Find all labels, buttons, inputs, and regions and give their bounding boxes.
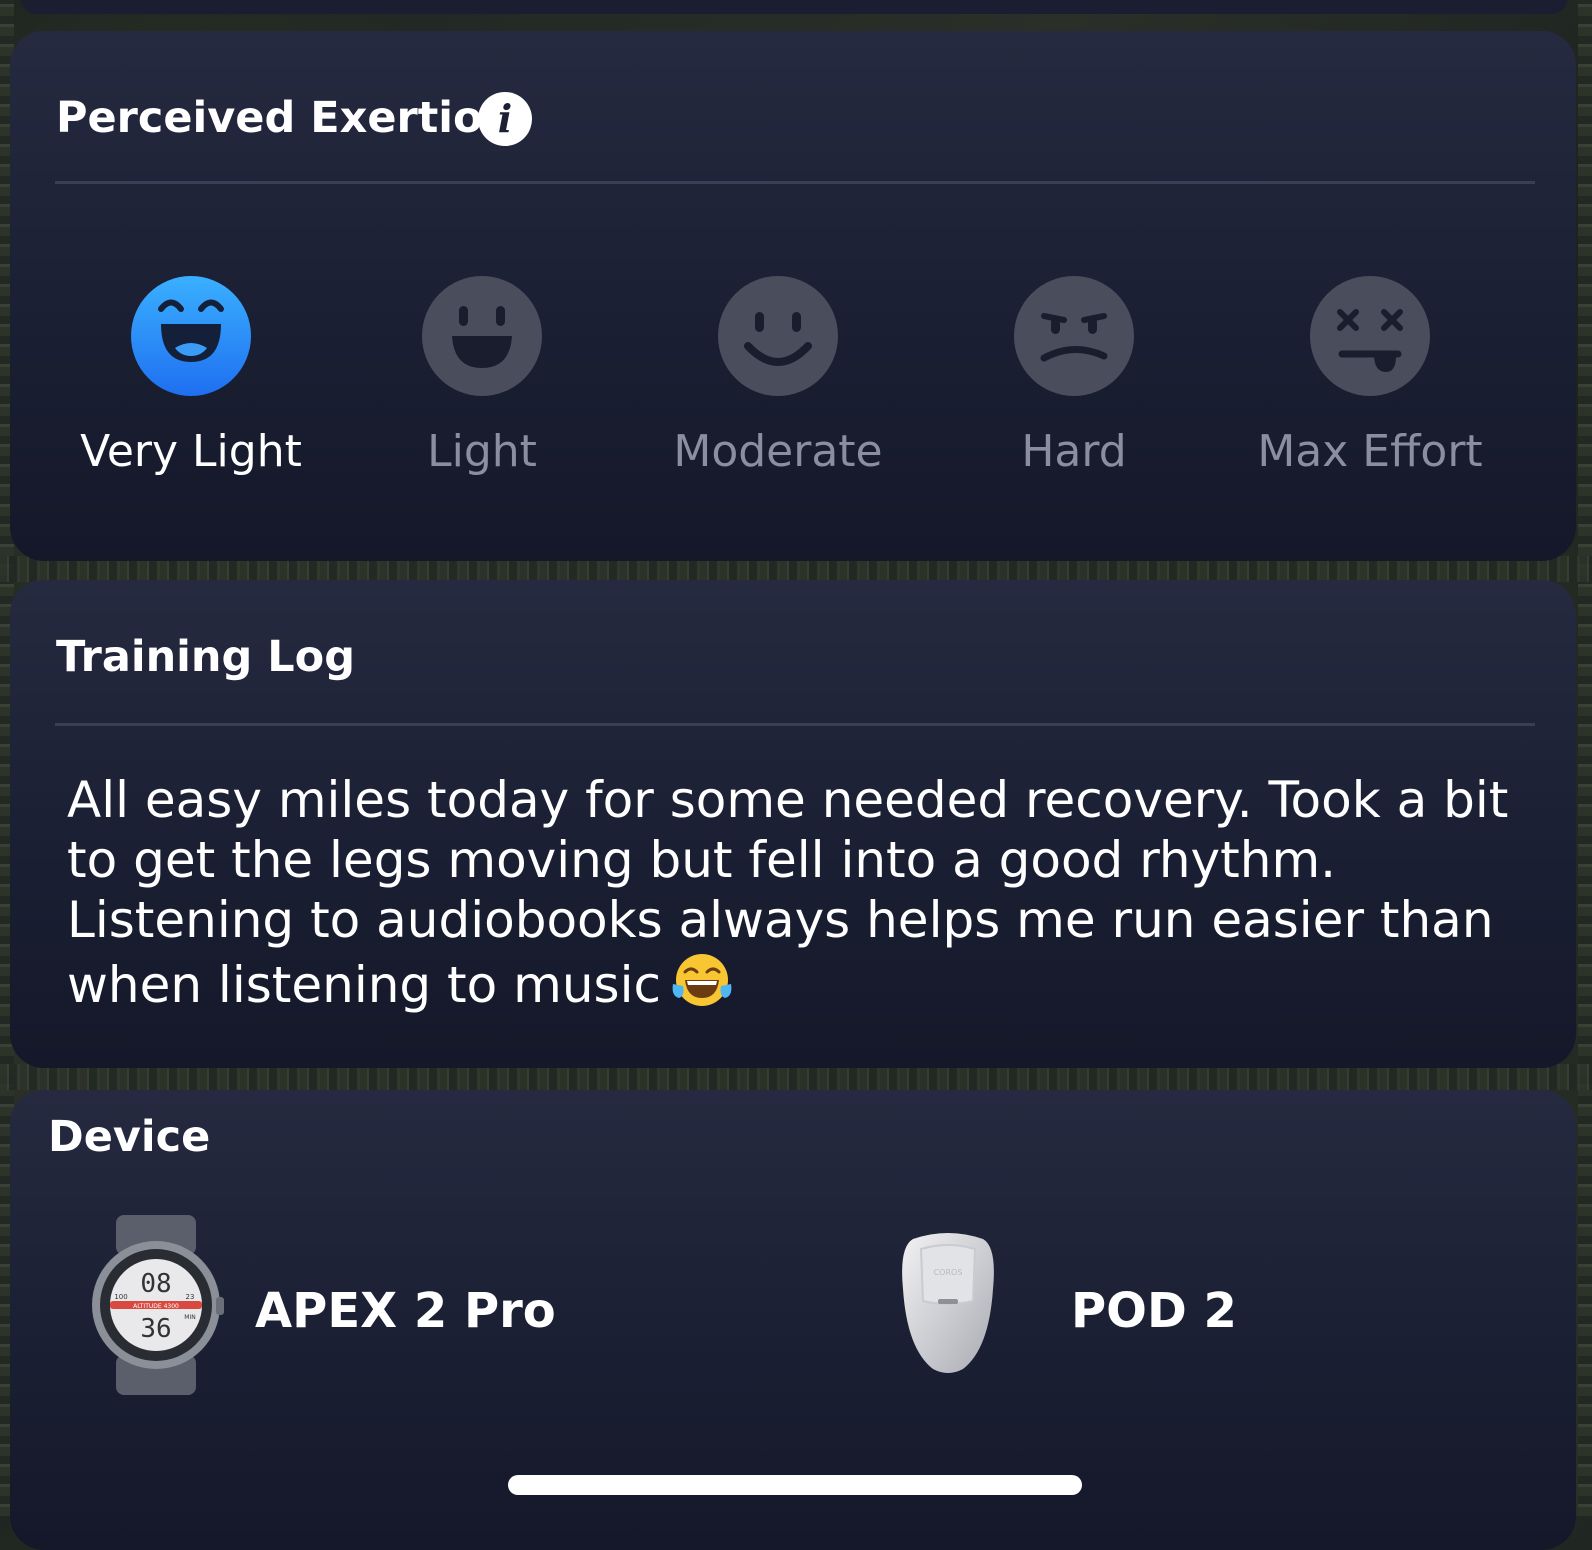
- watch-face-minute: 36: [140, 1314, 171, 1344]
- previous-card-edge: [20, 0, 1568, 14]
- exertion-option-max-effort[interactable]: Max Effort: [1240, 276, 1500, 496]
- perceived-exertion-card: Perceived Exertion i Very Light Light Mo…: [10, 31, 1576, 561]
- exertion-label: Max Effort: [1257, 426, 1483, 477]
- info-icon-glyph: i: [497, 96, 513, 141]
- exertion-label: Light: [427, 426, 537, 477]
- smiling-face-icon: [718, 276, 838, 396]
- tears-of-joy-emoji: [672, 954, 732, 1006]
- watch-face-small-left: 100: [114, 1293, 127, 1301]
- exertion-option-moderate[interactable]: Moderate: [648, 276, 908, 496]
- exertion-label: Hard: [1021, 426, 1127, 477]
- watch-face-band: ALTITUDE 4300: [133, 1303, 179, 1310]
- device-item-apex-2-pro[interactable]: 08 36 ALTITUDE 4300 100 23 MIN APEX 2 Pr…: [86, 1215, 686, 1395]
- home-indicator[interactable]: [508, 1475, 1082, 1495]
- pod-sensor-icon: COROS: [902, 1233, 994, 1373]
- exertion-label: Very Light: [80, 426, 302, 477]
- training-log-title: Training Log: [56, 632, 356, 682]
- exertion-option-light[interactable]: Light: [352, 276, 612, 496]
- exhausted-face-icon: [1310, 276, 1430, 396]
- training-log-entry[interactable]: All easy miles today for some needed rec…: [67, 770, 1537, 1015]
- device-item-pod-2[interactable]: COROS POD 2: [893, 1215, 1493, 1395]
- device-title: Device: [48, 1112, 211, 1162]
- strained-face-icon: [1014, 276, 1134, 396]
- training-log-card: Training Log All easy miles today for so…: [10, 580, 1576, 1068]
- watch-face-hour: 08: [140, 1269, 171, 1299]
- watch-face-small-right: 23: [186, 1293, 195, 1301]
- watch-icon: 08 36 ALTITUDE 4300 100 23 MIN: [92, 1215, 224, 1395]
- grinning-face-icon: [131, 276, 251, 396]
- info-icon[interactable]: i: [478, 92, 532, 146]
- divider: [55, 723, 1535, 726]
- device-name: POD 2: [1071, 1283, 1237, 1339]
- exertion-label: Moderate: [673, 426, 883, 477]
- perceived-exertion-title: Perceived Exertion: [56, 93, 514, 143]
- map-background-right-edge: [1578, 0, 1592, 1516]
- device-name: APEX 2 Pro: [255, 1283, 556, 1339]
- divider: [55, 181, 1535, 184]
- training-log-text: All easy miles today for some needed rec…: [67, 771, 1509, 1014]
- pod-brand-label: COROS: [934, 1268, 963, 1277]
- watch-face-small-unit: MIN: [184, 1314, 195, 1321]
- exertion-option-very-light[interactable]: Very Light: [61, 276, 321, 496]
- exertion-option-hard[interactable]: Hard: [944, 276, 1204, 496]
- happy-face-icon: [422, 276, 542, 396]
